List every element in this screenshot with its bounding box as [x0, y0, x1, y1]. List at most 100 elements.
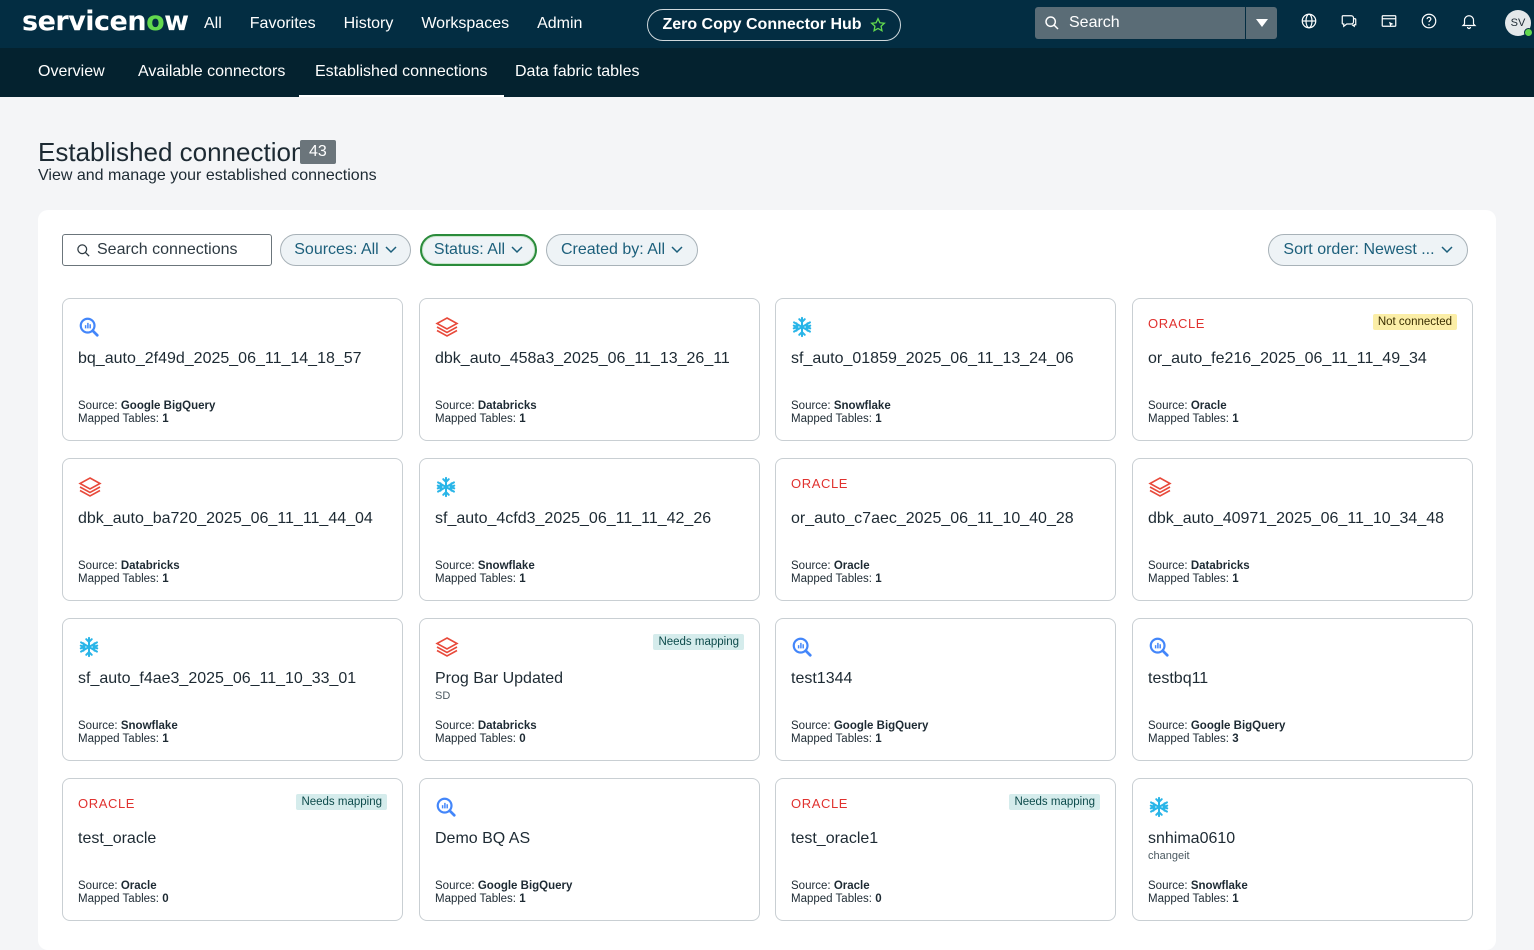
search-scope-dropdown[interactable]: [1245, 7, 1277, 39]
user-avatar[interactable]: SV: [1505, 10, 1533, 37]
connection-card[interactable]: dbk_auto_458a3_2025_06_11_13_26_11 Source…: [419, 298, 760, 441]
mapped-tables-row: Mapped Tables: 1: [791, 573, 882, 586]
star-icon[interactable]: [869, 17, 886, 33]
source-label: Source:: [1148, 400, 1188, 412]
connection-card[interactable]: ORACLE Needs mapping test_oracle1 Source: O…: [775, 778, 1116, 921]
nav-all[interactable]: All: [204, 15, 222, 33]
databricks-icon: [1148, 476, 1172, 498]
databricks-icon: [435, 636, 459, 658]
source-value: Databricks: [477, 720, 537, 732]
notification-bell-icon[interactable]: [1460, 12, 1478, 34]
source-label: Source:: [435, 560, 475, 572]
connection-card[interactable]: ORACLE Needs mapping test_oracle Source: Or…: [62, 778, 403, 921]
mapped-tables-value: 1: [519, 413, 526, 425]
connection-card[interactable]: Needs mapping Prog Bar Updated SD Source: D…: [419, 618, 760, 761]
databricks-icon: [435, 316, 459, 338]
mapped-tables-row: Mapped Tables: 1: [78, 573, 180, 586]
mapped-tables-row: Mapped Tables: 1: [435, 573, 535, 586]
connection-card[interactable]: bq_auto_2f49d_2025_06_11_14_18_57 Source:…: [62, 298, 403, 441]
connection-card[interactable]: dbk_auto_ba720_2025_06_11_11_44_04 Source…: [62, 458, 403, 601]
page-subtitle: View and manage your established connect…: [38, 167, 377, 184]
source-value: Google BigQuery: [833, 720, 929, 732]
connection-card[interactable]: sf_auto_f4ae3_2025_06_11_10_33_01 Source:…: [62, 618, 403, 761]
svg-text:ORACLE: ORACLE: [791, 796, 848, 810]
tab-established-connections[interactable]: Established connections: [299, 48, 504, 97]
mapped-tables-label: Mapped Tables:: [791, 733, 872, 745]
sources-filter[interactable]: Sources: All: [280, 234, 411, 266]
nav-favorites[interactable]: Favorites: [250, 15, 316, 33]
source-label: Source:: [1148, 560, 1188, 572]
connection-name: or_auto_fe216_2025_06_11_11_49_34: [1148, 350, 1427, 367]
tab-available-connectors[interactable]: Available connectors: [122, 48, 301, 97]
mapped-tables-label: Mapped Tables:: [1148, 413, 1229, 425]
bigquery-icon: [791, 636, 813, 658]
connection-name: dbk_auto_ba720_2025_06_11_11_44_04: [78, 510, 373, 527]
created-by-filter-label: Created by: All: [560, 241, 666, 258]
connection-meta: Source: Oracle Mapped Tables: 1: [791, 560, 882, 586]
connection-name: bq_auto_2f49d_2025_06_11_14_18_57: [78, 350, 362, 367]
oracle-icon: ORACLE: [791, 796, 853, 818]
source-label: Source:: [78, 880, 118, 892]
tab-data-fabric-tables[interactable]: Data fabric tables: [499, 48, 656, 97]
mapped-tables-row: Mapped Tables: 0: [791, 893, 882, 906]
mapped-tables-value: 1: [162, 413, 169, 425]
source-value: Oracle: [833, 880, 870, 892]
connection-card[interactable]: test1344 Source: Google BigQuery Mapped Ta…: [775, 618, 1116, 761]
top-bar: servicenow All Favorites History Workspa…: [0, 0, 1534, 48]
bigquery-icon: [78, 316, 100, 338]
connection-name: Prog Bar Updated: [435, 670, 564, 687]
mapped-tables-value: 1: [1232, 573, 1239, 585]
connection-card[interactable]: dbk_auto_40971_2025_06_11_10_34_48 Source…: [1132, 458, 1473, 601]
mapped-tables-value: 1: [519, 893, 526, 905]
connection-meta: Source: Google BigQuery Mapped Tables: 1: [435, 880, 572, 906]
mapped-tables-value: 1: [1232, 413, 1239, 425]
global-search[interactable]: Search: [1035, 7, 1277, 39]
mapped-tables-label: Mapped Tables:: [435, 733, 516, 745]
mapped-tables-label: Mapped Tables:: [78, 573, 159, 585]
connection-card[interactable]: Demo BQ AS Source: Google BigQuery Mapped …: [419, 778, 760, 921]
source-value: Snowflake: [833, 400, 891, 412]
nav-workspaces[interactable]: Workspaces: [421, 15, 509, 33]
tab-overview[interactable]: Overview: [22, 48, 121, 97]
top-nav: All Favorites History Workspaces Admin: [204, 0, 582, 48]
mapped-tables-row: Mapped Tables: 1: [1148, 893, 1248, 906]
connection-card[interactable]: snhima0610 changeit Source: Snowflake Mappe…: [1132, 778, 1473, 921]
mapped-tables-label: Mapped Tables:: [1148, 573, 1229, 585]
connection-card[interactable]: sf_auto_01859_2025_06_11_13_24_06 Source:…: [775, 298, 1116, 441]
connection-card[interactable]: sf_auto_4cfd3_2025_06_11_11_42_26 Source:…: [419, 458, 760, 601]
nav-admin[interactable]: Admin: [537, 15, 582, 33]
connection-name: testbq11: [1148, 670, 1209, 687]
source-row: Source: Snowflake: [1148, 880, 1248, 893]
status-filter[interactable]: Status: All: [420, 234, 537, 266]
chat-icon[interactable]: [1340, 12, 1358, 34]
source-value: Google BigQuery: [120, 400, 216, 412]
hub-title-pill[interactable]: Zero Copy Connector Hub: [647, 9, 901, 41]
created-by-filter[interactable]: Created by: All: [546, 234, 698, 266]
oracle-icon: ORACLE: [791, 476, 853, 498]
source-row: Source: Snowflake: [435, 560, 535, 573]
sort-order-dropdown[interactable]: Sort order: Newest ...: [1268, 234, 1468, 266]
source-row: Source: Databricks: [435, 720, 537, 733]
connection-name: test_oracle: [78, 830, 157, 847]
sources-filter-label: Sources: All: [294, 241, 379, 258]
connection-card[interactable]: ORACLE or_auto_c7aec_2025_06_11_10_40_28 S…: [775, 458, 1116, 601]
mapped-tables-row: Mapped Tables: 1: [1148, 413, 1239, 426]
agent-workspace-icon[interactable]: [1380, 12, 1398, 34]
source-row: Source: Databricks: [435, 400, 537, 413]
globe-icon[interactable]: [1300, 12, 1318, 34]
help-icon[interactable]: [1420, 12, 1438, 34]
status-filter-label: Status: All: [433, 241, 506, 258]
source-label: Source:: [435, 400, 475, 412]
search-connections-input[interactable]: Search connections: [62, 234, 272, 266]
nav-history[interactable]: History: [344, 15, 394, 33]
mapped-tables-row: Mapped Tables: 1: [435, 893, 572, 906]
servicenow-logo[interactable]: servicenow: [22, 6, 189, 37]
mapped-tables-label: Mapped Tables:: [791, 573, 872, 585]
connection-card[interactable]: ORACLE Not connected or_auto_fe216_2025_06…: [1132, 298, 1473, 441]
connection-name: dbk_auto_458a3_2025_06_11_13_26_11: [435, 350, 730, 367]
connection-meta: Source: Oracle Mapped Tables: 0: [78, 880, 169, 906]
source-row: Source: Snowflake: [78, 720, 178, 733]
connection-card[interactable]: testbq11 Source: Google BigQuery Mapped Ta…: [1132, 618, 1473, 761]
mapped-tables-value: 3: [1232, 733, 1239, 745]
connection-meta: Source: Google BigQuery Mapped Tables: 1: [78, 400, 215, 426]
